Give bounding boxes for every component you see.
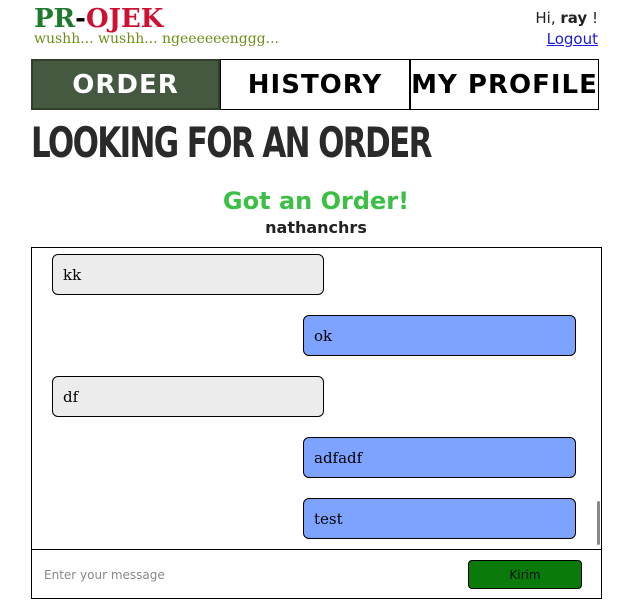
tagline: wushh... wushh... ngeeeeeenggg...	[34, 31, 279, 47]
chat-box: kk ok df adfadf test Kirim	[31, 247, 602, 599]
chat-scrollbar-thumb[interactable]	[597, 501, 600, 545]
tab-order[interactable]: ORDER	[31, 59, 220, 110]
page-title: LOOKING FOR AN ORDER	[31, 118, 432, 167]
greeting-prefix: Hi,	[535, 9, 561, 27]
chat-message-incoming: kk	[52, 254, 324, 295]
chat-message-incoming: df	[52, 376, 324, 417]
app-logo: PR-OJEK	[34, 4, 163, 34]
message-input[interactable]	[42, 560, 446, 590]
logo-dash: -	[75, 4, 86, 34]
message-list[interactable]: kk ok df adfadf test	[32, 248, 601, 549]
main-nav: ORDER HISTORY MY PROFILE	[31, 59, 599, 110]
order-status: Got an Order!	[222, 187, 410, 215]
greeting-suffix: !	[587, 9, 598, 27]
username: ray	[560, 9, 588, 27]
chat-message-outgoing: ok	[303, 315, 576, 356]
logout-link[interactable]: Logout	[547, 30, 598, 48]
send-button[interactable]: Kirim	[468, 560, 582, 589]
logo-ojek: OJEK	[85, 4, 164, 34]
customer-name: nathanchrs	[265, 218, 367, 237]
user-greeting: Hi, ray !	[535, 9, 598, 27]
chat-message-outgoing: adfadf	[303, 437, 576, 478]
chat-message-outgoing: test	[303, 498, 576, 539]
tab-my-profile[interactable]: MY PROFILE	[410, 59, 599, 110]
tab-history[interactable]: HISTORY	[220, 59, 410, 110]
logo-pr: PR	[34, 4, 76, 34]
message-composer: Kirim	[32, 549, 601, 598]
